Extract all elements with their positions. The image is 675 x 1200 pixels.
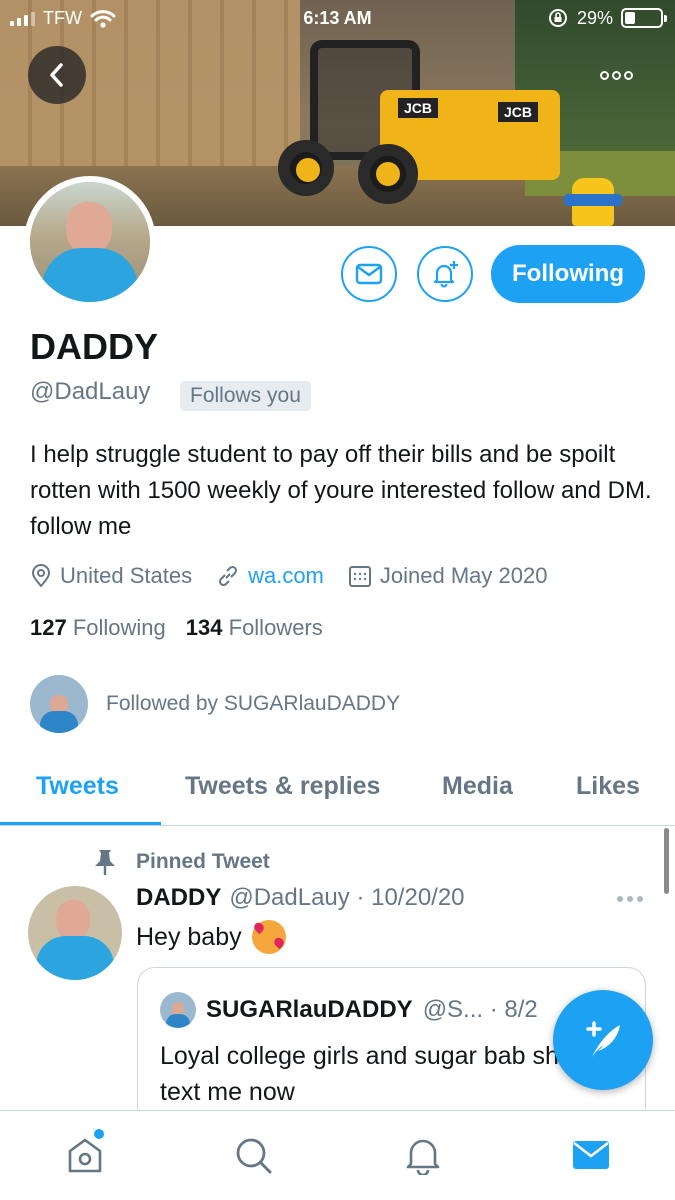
- join-date: Joined May 2020: [348, 563, 548, 589]
- more-button[interactable]: [591, 58, 641, 92]
- profile-bio: I help struggle student to pay off their…: [30, 441, 652, 540]
- following-count-link[interactable]: 127 Following: [30, 615, 166, 641]
- notifications-icon: [406, 1139, 440, 1175]
- tweet-avatar[interactable]: [28, 886, 122, 980]
- link-icon: [219, 565, 238, 587]
- quoted-avatar: [160, 992, 196, 1028]
- notifications-button[interactable]: [417, 246, 473, 302]
- following-label: Following: [72, 615, 166, 640]
- home-icon: [68, 1138, 102, 1173]
- pinned-label: Pinned Tweet: [92, 848, 270, 876]
- battery-icon: [621, 8, 667, 28]
- quoted-author-name: SUGARlauDADDY: [206, 996, 413, 1023]
- nav-messages[interactable]: [569, 1133, 613, 1177]
- followers-count-link[interactable]: 134 Followers: [186, 615, 323, 641]
- pin-icon: [95, 850, 115, 875]
- message-button[interactable]: [341, 246, 397, 302]
- tweet-text: Hey baby: [136, 920, 286, 954]
- loader-wheel: [358, 144, 418, 204]
- location-pin-icon: [31, 564, 51, 588]
- profile-meta: United States wa.com Joined May 2020: [30, 563, 571, 589]
- tab-tweets[interactable]: Tweets: [36, 772, 119, 801]
- tweet-author-name: DADDY: [136, 884, 222, 911]
- home-notification-dot: [94, 1129, 104, 1139]
- pinned-tweet-label: Pinned Tweet: [136, 850, 270, 873]
- nav-search[interactable]: [231, 1133, 275, 1177]
- messages-icon: [573, 1141, 609, 1169]
- tweet-header: DADDY @DadLauy · 10/20/20: [136, 884, 465, 912]
- profile-handle: @DadLauy: [30, 378, 151, 405]
- followers-count: 134: [185, 615, 223, 640]
- website[interactable]: wa.com: [216, 563, 324, 589]
- compose-tweet-icon: [586, 1021, 620, 1057]
- joined-text: Joined May 2020: [379, 563, 548, 588]
- tweet-more-button[interactable]: [617, 896, 643, 902]
- nav-notifications[interactable]: [401, 1133, 445, 1177]
- quoted-tweet-header: SUGARlauDADDY @S... · 8/2: [160, 992, 538, 1028]
- profile-tabs: Tweets Tweets & replies Media Likes: [0, 760, 675, 826]
- tweet-handle-date: @DadLauy · 10/20/20: [229, 884, 465, 911]
- loader-logo: JCB: [398, 98, 439, 118]
- status-right: 29%: [547, 7, 667, 29]
- loader-wheel: [278, 140, 334, 196]
- location-text: United States: [60, 563, 193, 588]
- search-icon: [236, 1138, 272, 1174]
- calendar-icon: [348, 566, 371, 587]
- followers-label: Followers: [228, 615, 323, 640]
- mail-icon: [355, 263, 383, 285]
- quoted-handle-date: @S... · 8/2: [422, 996, 538, 1023]
- location: United States: [30, 563, 192, 589]
- follow-counts: 127 Following 134 Followers: [30, 615, 323, 641]
- following-count: 127: [30, 615, 67, 640]
- followed-by-text: Followed by SUGARlauDADDY: [106, 692, 401, 715]
- follower-avatar: [30, 675, 88, 733]
- loader-logo: JCB: [498, 102, 539, 122]
- bottom-nav: [0, 1110, 675, 1200]
- smiling-face-with-hearts-icon: [251, 920, 286, 954]
- battery-percent: 29%: [576, 7, 613, 28]
- more-icon: [617, 896, 623, 902]
- following-button[interactable]: Following: [491, 245, 645, 303]
- bell-plus-icon: [433, 261, 458, 288]
- compose-tweet-button[interactable]: [553, 990, 653, 1090]
- orientation-lock-icon: [548, 9, 567, 27]
- tab-tweets-replies[interactable]: Tweets & replies: [185, 772, 380, 801]
- tweet-body: Hey baby: [136, 922, 242, 951]
- banner-hydrant: [564, 178, 622, 226]
- more-icon: [599, 70, 609, 80]
- follows-you-badge: Follows you: [180, 381, 311, 411]
- tab-media[interactable]: Media: [442, 772, 513, 801]
- back-button[interactable]: [28, 46, 86, 104]
- active-tab-indicator: [0, 822, 161, 825]
- profile-name: DADDY: [30, 326, 159, 367]
- chevron-left-icon: [50, 63, 63, 87]
- status-bar: TFW 6:13 AM 29%: [0, 0, 675, 38]
- profile-avatar[interactable]: [24, 176, 156, 308]
- banner-loader: JCB JCB: [278, 20, 570, 204]
- tab-likes[interactable]: Likes: [576, 772, 640, 801]
- scrollbar[interactable]: [664, 828, 669, 894]
- website-link[interactable]: wa.com: [248, 563, 324, 589]
- followed-by[interactable]: Followed by SUGARlauDADDY: [30, 675, 400, 733]
- nav-home[interactable]: [63, 1133, 107, 1177]
